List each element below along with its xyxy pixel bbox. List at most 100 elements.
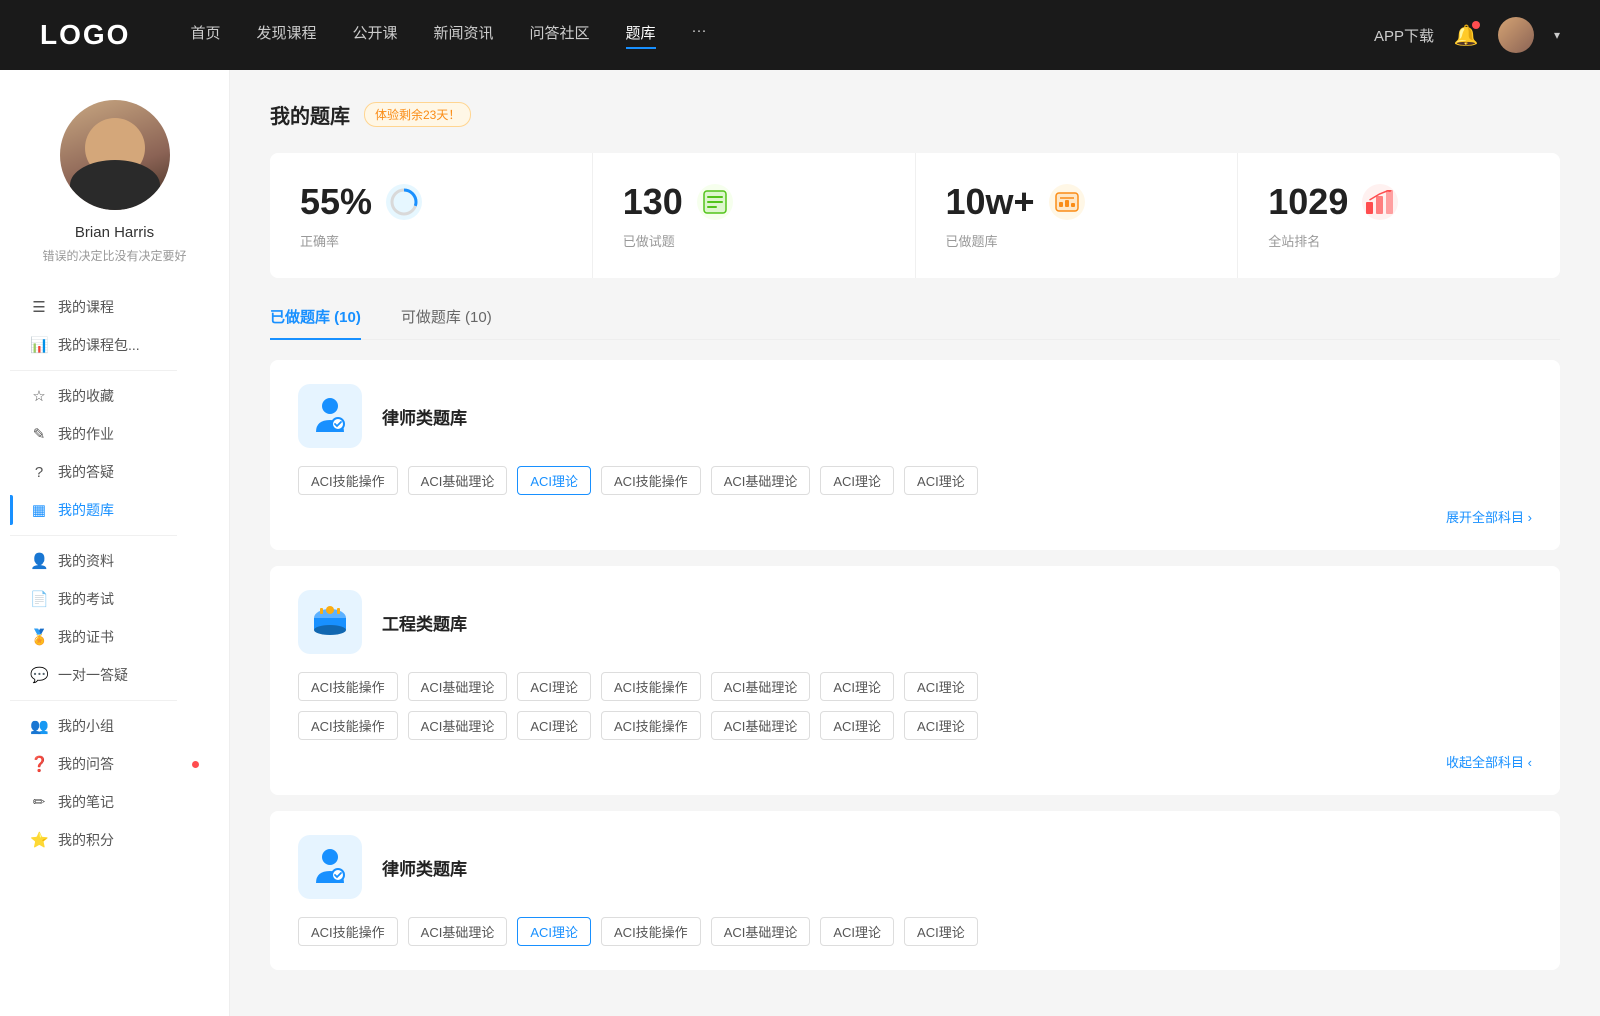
stat-done-questions-icon bbox=[697, 184, 733, 220]
bank-card-lawyer-1-header: 律师类题库 bbox=[298, 384, 1532, 448]
law2-tag-6[interactable]: ACI理论 bbox=[820, 917, 894, 946]
nav-discover[interactable]: 发现课程 bbox=[256, 22, 316, 49]
sidebar-item-questions[interactable]: ? 我的答疑 bbox=[10, 453, 219, 491]
bank-lawyer-1-title: 律师类题库 bbox=[382, 404, 467, 429]
eng-tag-8[interactable]: ACI技能操作 bbox=[298, 711, 398, 740]
sidebar-item-homework[interactable]: ✎ 我的作业 bbox=[10, 415, 219, 453]
sidebar-item-exam[interactable]: 📄 我的考试 bbox=[10, 580, 219, 618]
nav-qa[interactable]: 问答社区 bbox=[530, 22, 590, 49]
tag-7[interactable]: ACI理论 bbox=[904, 466, 978, 495]
sidebar-item-favorites[interactable]: ☆ 我的收藏 bbox=[10, 377, 219, 415]
eng-tag-12[interactable]: ACI基础理论 bbox=[711, 711, 811, 740]
profile-icon: 👤 bbox=[30, 552, 48, 570]
exam-icon: 📄 bbox=[30, 590, 48, 608]
stat-done-banks: 10w+ 已做题库 bbox=[916, 153, 1239, 278]
notification-bell[interactable]: 🔔 bbox=[1454, 23, 1478, 47]
law2-tag-5[interactable]: ACI基础理论 bbox=[711, 917, 811, 946]
stat-ranking-icon bbox=[1362, 184, 1398, 220]
sidebar-item-coursepackage[interactable]: 📊 我的课程包... bbox=[10, 326, 219, 364]
exam-label: 我的考试 bbox=[58, 589, 199, 609]
law2-tag-1[interactable]: ACI技能操作 bbox=[298, 917, 398, 946]
sidebar-avatar-image bbox=[60, 100, 170, 210]
tag-1[interactable]: ACI技能操作 bbox=[298, 466, 398, 495]
trial-badge: 体验剩余23天！ bbox=[364, 102, 471, 127]
eng-tag-11[interactable]: ACI技能操作 bbox=[601, 711, 701, 740]
bank-engineer-footer: 收起全部科目 bbox=[298, 752, 1532, 771]
questions-icon: ? bbox=[30, 464, 48, 481]
sidebar-item-profile[interactable]: 👤 我的资料 bbox=[10, 542, 219, 580]
nav-opencourse[interactable]: 公开课 bbox=[352, 22, 397, 49]
eng-tag-1[interactable]: ACI技能操作 bbox=[298, 672, 398, 701]
eng-tag-2[interactable]: ACI基础理论 bbox=[408, 672, 508, 701]
nav-more[interactable]: ··· bbox=[692, 22, 707, 49]
eng-tag-9[interactable]: ACI基础理论 bbox=[408, 711, 508, 740]
sidebar-menu: ☰ 我的课程 📊 我的课程包... ☆ 我的收藏 ✎ 我的作业 ? 我的答疑 bbox=[0, 288, 229, 859]
coursepackage-label: 我的课程包... bbox=[58, 335, 199, 355]
stat-ranking-label: 全站排名 bbox=[1268, 231, 1530, 250]
bank-card-lawyer-2-header: 律师类题库 bbox=[298, 835, 1532, 899]
sidebar-item-questionbank[interactable]: ▦ 我的题库 bbox=[10, 491, 219, 529]
eng-tag-7[interactable]: ACI理论 bbox=[904, 672, 978, 701]
tutoring-label: 一对一答疑 bbox=[58, 665, 199, 685]
tab-available-banks[interactable]: 可做题库 (10) bbox=[401, 306, 492, 339]
page-title-row: 我的题库 体验剩余23天！ bbox=[270, 100, 1560, 129]
navbar: LOGO 首页 发现课程 公开课 新闻资讯 问答社区 题库 ··· APP下载 … bbox=[0, 0, 1600, 70]
law2-tag-2[interactable]: ACI基础理论 bbox=[408, 917, 508, 946]
notes-icon: ✏ bbox=[30, 793, 48, 811]
eng-tag-10[interactable]: ACI理论 bbox=[517, 711, 591, 740]
homework-label: 我的作业 bbox=[58, 424, 199, 444]
avatar[interactable] bbox=[1498, 17, 1534, 53]
stat-ranking-value: 1029 bbox=[1268, 181, 1348, 223]
eng-tag-6[interactable]: ACI理论 bbox=[820, 672, 894, 701]
nav-news[interactable]: 新闻资讯 bbox=[434, 22, 494, 49]
chevron-down-icon[interactable]: ▾ bbox=[1554, 28, 1560, 42]
sidebar-divider-2 bbox=[10, 535, 177, 536]
bank-engineer-tags-row2: ACI技能操作 ACI基础理论 ACI理论 ACI技能操作 ACI基础理论 AC… bbox=[298, 711, 1532, 740]
questionbank-icon: ▦ bbox=[30, 501, 48, 519]
logo[interactable]: LOGO bbox=[40, 19, 130, 51]
tab-done-banks[interactable]: 已做题库 (10) bbox=[270, 306, 361, 339]
engineer-icon bbox=[298, 590, 362, 654]
stat-done-banks-value: 10w+ bbox=[946, 181, 1035, 223]
nav-home[interactable]: 首页 bbox=[190, 22, 220, 49]
sidebar-item-certificate[interactable]: 🏅 我的证书 bbox=[10, 618, 219, 656]
tag-5[interactable]: ACI基础理论 bbox=[711, 466, 811, 495]
eng-tag-4[interactable]: ACI技能操作 bbox=[601, 672, 701, 701]
sidebar-item-group[interactable]: 👥 我的小组 bbox=[10, 707, 219, 745]
tutoring-icon: 💬 bbox=[30, 666, 48, 684]
tag-4[interactable]: ACI技能操作 bbox=[601, 466, 701, 495]
myanswers-icon: ❓ bbox=[30, 755, 48, 773]
tag-3[interactable]: ACI理论 bbox=[517, 466, 591, 495]
stat-done-banks-label: 已做题库 bbox=[946, 231, 1208, 250]
favorites-icon: ☆ bbox=[30, 387, 48, 405]
sidebar-item-myanswers[interactable]: ❓ 我的问答 bbox=[10, 745, 219, 783]
law2-tag-4[interactable]: ACI技能操作 bbox=[601, 917, 701, 946]
eng-tag-3[interactable]: ACI理论 bbox=[517, 672, 591, 701]
sidebar: Brian Harris 错误的决定比没有决定要好 ☰ 我的课程 📊 我的课程包… bbox=[0, 70, 230, 1016]
eng-tag-13[interactable]: ACI理论 bbox=[820, 711, 894, 740]
expand-button-1[interactable]: 展开全部科目 bbox=[1446, 507, 1532, 526]
nav-questionbank[interactable]: 题库 bbox=[626, 22, 656, 49]
points-icon: ⭐ bbox=[30, 831, 48, 849]
sidebar-item-points[interactable]: ⭐ 我的积分 bbox=[10, 821, 219, 859]
eng-tag-5[interactable]: ACI基础理论 bbox=[711, 672, 811, 701]
sidebar-item-notes[interactable]: ✏ 我的笔记 bbox=[10, 783, 219, 821]
homework-icon: ✎ bbox=[30, 425, 48, 443]
bank-card-lawyer-1: 律师类题库 ACI技能操作 ACI基础理论 ACI理论 ACI技能操作 ACI基… bbox=[270, 360, 1560, 550]
law2-tag-7[interactable]: ACI理论 bbox=[904, 917, 978, 946]
bank-engineer-title: 工程类题库 bbox=[382, 610, 467, 635]
group-label: 我的小组 bbox=[58, 716, 199, 736]
app-download-link[interactable]: APP下载 bbox=[1374, 25, 1434, 46]
answer-notification-dot bbox=[192, 761, 199, 768]
collapse-button-engineer[interactable]: 收起全部科目 bbox=[1446, 752, 1532, 771]
lawyer-icon-2 bbox=[298, 835, 362, 899]
stat-accuracy-value: 55% bbox=[300, 181, 372, 223]
tag-2[interactable]: ACI基础理论 bbox=[408, 466, 508, 495]
law2-tag-3[interactable]: ACI理论 bbox=[517, 917, 591, 946]
stat-accuracy-icon bbox=[386, 184, 422, 220]
bank-lawyer-2-title: 律师类题库 bbox=[382, 855, 467, 880]
sidebar-item-tutoring[interactable]: 💬 一对一答疑 bbox=[10, 656, 219, 694]
sidebar-item-courses[interactable]: ☰ 我的课程 bbox=[10, 288, 219, 326]
tag-6[interactable]: ACI理论 bbox=[820, 466, 894, 495]
eng-tag-14[interactable]: ACI理论 bbox=[904, 711, 978, 740]
